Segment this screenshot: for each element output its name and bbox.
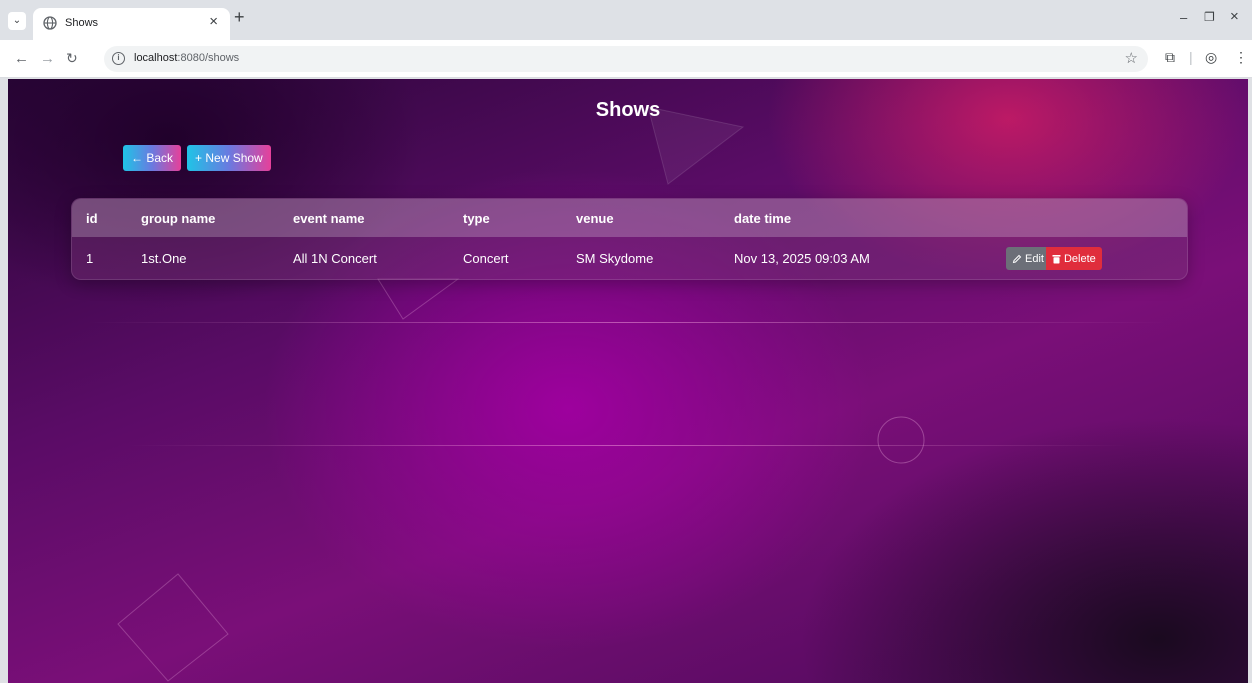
cell-venue: SM Skydome — [576, 251, 654, 266]
menu-kebab-icon[interactable]: ⋮ — [1234, 49, 1248, 66]
minimize-icon[interactable]: – — [1180, 10, 1187, 25]
globe-icon — [43, 16, 57, 30]
restore-icon[interactable]: ❐ — [1204, 10, 1215, 24]
close-tab-icon[interactable]: × — [209, 13, 218, 30]
extensions-icon[interactable]: ⧉ — [1165, 49, 1175, 66]
cell-date-time: Nov 13, 2025 09:03 AM — [734, 251, 870, 266]
bookmark-star-icon[interactable]: ☆ — [1125, 49, 1138, 67]
back-button[interactable]: ← Back — [123, 145, 182, 171]
browser-toolbar: ← → ↻ i localhost:8080/shows ☆ ⧉ | ◎ ⋮ — [0, 40, 1252, 78]
pencil-icon — [1012, 254, 1022, 263]
tab-title: Shows — [65, 17, 99, 29]
column-header-venue: venue — [576, 210, 614, 226]
table-row: 1 1st.One All 1N Concert Concert SM Skyd… — [72, 237, 1187, 279]
delete-button[interactable]: Delete — [1045, 247, 1102, 270]
back-arrow-icon[interactable]: ← — [14, 50, 29, 67]
tab-search-button[interactable]: ⌄ — [8, 12, 26, 30]
column-header-group-name: group name — [141, 210, 216, 226]
forward-arrow-icon[interactable]: → — [40, 50, 55, 67]
delete-label: Delete — [1063, 252, 1096, 265]
decorative-line — [128, 445, 1128, 446]
new-show-button[interactable]: + New Show — [187, 145, 271, 171]
column-header-event-name: event name — [293, 210, 365, 226]
trash-icon — [1052, 254, 1061, 263]
cell-type: Concert — [463, 251, 509, 266]
close-window-icon[interactable]: × — [1230, 8, 1239, 25]
browser-tab-bar: ⌄ Shows × + – ❐ × — [0, 0, 1252, 40]
action-bar: ← Back + New Show — [123, 145, 271, 171]
page-title: Shows — [595, 99, 661, 121]
edit-button[interactable]: Edit — [1006, 247, 1050, 270]
url-text: localhost:8080/shows — [134, 52, 240, 64]
cell-actions: Edit Delete — [976, 237, 1187, 279]
address-bar[interactable]: i localhost:8080/shows ☆ — [104, 46, 1148, 72]
browser-tab[interactable]: Shows × — [33, 8, 230, 40]
cell-group-name: 1st.One — [141, 251, 187, 266]
decorative-line — [88, 322, 1168, 323]
toolbar-divider: | — [1189, 49, 1193, 65]
site-info-icon[interactable]: i — [112, 52, 125, 65]
new-tab-icon[interactable]: + — [234, 7, 245, 28]
edit-label: Edit — [1025, 252, 1044, 265]
cell-id: 1 — [86, 251, 94, 266]
column-header-actions — [976, 199, 1187, 237]
column-header-id: id — [86, 210, 98, 226]
column-header-type: type — [463, 210, 490, 226]
column-header-date-time: date time — [734, 210, 792, 226]
cell-event-name: All 1N Concert — [293, 251, 377, 266]
shows-table: id group name event name type venue date… — [71, 198, 1188, 280]
table-header-row: id group name event name type venue date… — [72, 199, 1187, 237]
reload-icon[interactable]: ↻ — [66, 50, 78, 67]
profile-icon[interactable]: ◎ — [1205, 49, 1217, 66]
page-body: Shows ← Back + New Show id group name ev… — [8, 79, 1248, 683]
